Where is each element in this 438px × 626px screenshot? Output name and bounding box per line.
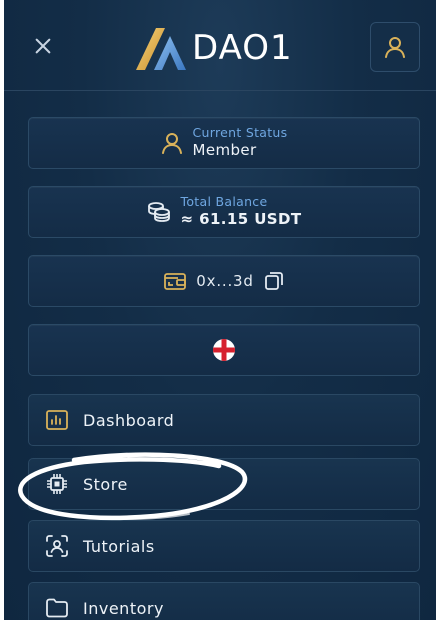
nav-item-label: Tutorials (83, 536, 155, 556)
wallet-address: 0x...3d (196, 272, 254, 290)
england-flag-icon (213, 339, 235, 361)
current-status-label: Current Status (192, 125, 288, 140)
scan-user-icon (45, 534, 69, 558)
nav-item-dashboard[interactable]: Dashboard (28, 394, 420, 446)
nav-item-tutorials[interactable]: Tutorials (28, 520, 420, 572)
wallet-icon (164, 273, 187, 290)
copy-icon[interactable] (264, 271, 284, 291)
header-divider (4, 90, 436, 91)
chart-icon (45, 408, 69, 432)
logo-text: DAO1 (192, 28, 293, 68)
wallet-address-card[interactable]: 0x...3d (28, 255, 420, 307)
dao1-logo-icon (136, 28, 186, 70)
nav-item-label: Dashboard (83, 410, 175, 430)
language-selector[interactable] (28, 324, 420, 376)
nav-item-inventory[interactable]: Inventory (28, 582, 420, 626)
nav-item-store[interactable]: Store (28, 458, 420, 510)
mobile-menu-panel: DAO1 Current Status Member Total Balance… (4, 0, 436, 626)
total-balance-value: ≈ 61.15 USDT (180, 210, 302, 228)
user-icon (385, 37, 405, 58)
profile-button[interactable] (370, 22, 420, 72)
nav-item-label: Store (83, 474, 128, 494)
coins-icon (147, 202, 170, 222)
close-icon[interactable] (30, 34, 56, 60)
total-balance-label: Total Balance (180, 194, 268, 209)
total-balance-card: Total Balance ≈ 61.15 USDT (28, 186, 420, 238)
folder-icon (45, 596, 69, 620)
current-status-card: Current Status Member (28, 117, 420, 169)
nav-item-label: Inventory (83, 598, 164, 618)
chip-icon (45, 472, 69, 496)
current-status-value: Member (192, 141, 257, 159)
logo: DAO1 (134, 24, 293, 72)
user-icon (161, 133, 182, 154)
